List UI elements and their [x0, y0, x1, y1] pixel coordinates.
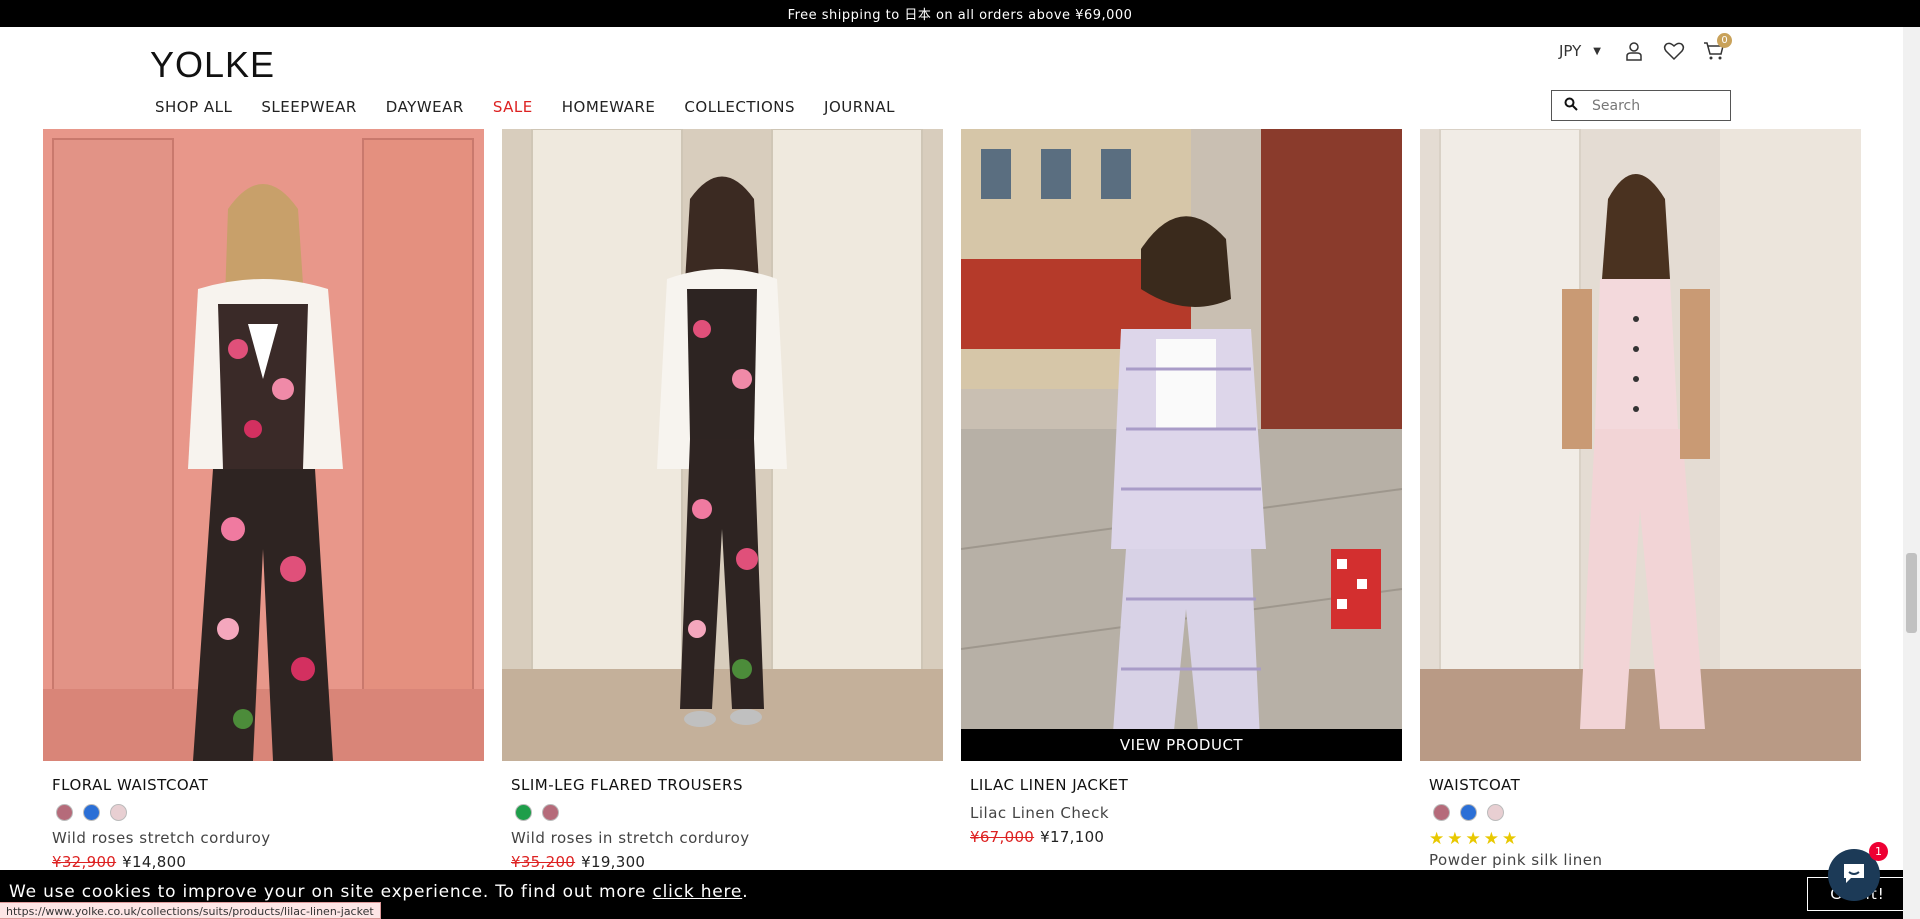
nav-item-shop-all[interactable]: SHOP ALL [155, 98, 232, 116]
product-title[interactable]: SLIM-LEG FLARED TROUSERS [511, 776, 943, 794]
product-card[interactable]: FLORAL WAISTCOAT Wild roses stretch cord… [43, 129, 484, 871]
currency-selector[interactable]: JPY ▼ [1559, 42, 1601, 60]
product-image[interactable] [43, 129, 484, 761]
cookie-link[interactable]: click here [653, 882, 743, 902]
scrollbar-thumb[interactable] [1906, 553, 1917, 633]
sale-price: ¥17,100 [1040, 828, 1105, 846]
view-product-button[interactable]: VIEW PRODUCT [961, 729, 1402, 761]
product-image[interactable] [502, 129, 943, 761]
chat-badge: 1 [1869, 842, 1888, 861]
nav-item-daywear[interactable]: DAYWEAR [386, 98, 464, 116]
rating-stars: ★★★★★ [1429, 829, 1521, 849]
product-card[interactable]: SLIM-LEG FLARED TROUSERS Wild roses in s… [502, 129, 943, 871]
was-price: ¥67,000 [970, 828, 1035, 846]
swatch-floral[interactable] [56, 804, 73, 821]
product-price: ¥35,200 ¥19,300 [511, 853, 943, 871]
status-bar-url: https://www.yolke.co.uk/collections/suit… [0, 902, 381, 919]
chevron-down-icon: ▼ [1593, 45, 1601, 57]
swatch-green[interactable] [515, 804, 532, 821]
product-grid: FLORAL WAISTCOAT Wild roses stretch cord… [43, 129, 1861, 909]
sale-price: ¥14,800 [122, 853, 187, 871]
search-input[interactable]: Search [1592, 98, 1640, 114]
swatch-floral[interactable] [542, 804, 559, 821]
currency-label: JPY [1558, 42, 1582, 60]
cookie-text: We use cookies to improve your on site e… [9, 882, 653, 902]
swatch-floral[interactable] [1433, 804, 1450, 821]
scrollbar[interactable] [1903, 27, 1920, 919]
cookie-suffix: . [742, 882, 749, 902]
nav-item-journal[interactable]: JOURNAL [824, 98, 895, 116]
header-utilities: JPY ▼ 0 [1559, 33, 1732, 62]
cart-count-badge: 0 [1717, 33, 1732, 48]
logo[interactable]: YOLKE [150, 44, 275, 86]
account-icon[interactable] [1623, 40, 1645, 62]
was-price: ¥32,900 [52, 853, 117, 871]
chat-bubble-icon [1841, 861, 1867, 889]
swatch-blue[interactable] [83, 804, 100, 821]
sale-price: ¥19,300 [581, 853, 646, 871]
product-description: Lilac Linen Check [970, 804, 1110, 822]
product-card[interactable]: VIEW PRODUCT LILAC LINEN JACKET Lilac Li… [961, 129, 1402, 846]
product-price: ¥32,900 ¥14,800 [52, 853, 484, 871]
nav-item-collections[interactable]: COLLECTIONS [684, 98, 795, 116]
nav-item-sale[interactable]: SALE [493, 98, 533, 116]
swatch-blue[interactable] [1460, 804, 1477, 821]
product-card[interactable]: WAISTCOAT ★★★★★ Powder pink silk linen [1420, 129, 1861, 869]
product-image[interactable] [1420, 129, 1861, 761]
swatch-pink[interactable] [1487, 804, 1504, 821]
product-description: Wild roses in stretch corduroy [511, 829, 750, 847]
product-title[interactable]: FLORAL WAISTCOAT [52, 776, 484, 794]
product-title[interactable]: WAISTCOAT [1429, 776, 1861, 794]
product-price: ¥67,000 ¥17,100 [970, 828, 1402, 846]
search-icon [1564, 97, 1578, 115]
was-price: ¥35,200 [511, 853, 576, 871]
color-swatches [515, 804, 943, 821]
product-description: Powder pink silk linen [1429, 851, 1603, 869]
main-nav: SHOP ALL SLEEPWEAR DAYWEAR SALE HOMEWARE… [155, 98, 895, 116]
color-swatches [1433, 804, 1861, 821]
promo-banner: Free shipping to 日本 on all orders above … [0, 0, 1920, 27]
nav-item-sleepwear[interactable]: SLEEPWEAR [261, 98, 356, 116]
product-title[interactable]: LILAC LINEN JACKET [970, 776, 1402, 794]
cart-icon[interactable]: 0 [1703, 33, 1732, 62]
search-box[interactable]: Search [1551, 90, 1731, 121]
swatch-pink[interactable] [110, 804, 127, 821]
product-image[interactable]: VIEW PRODUCT [961, 129, 1402, 761]
product-description: Wild roses stretch corduroy [52, 829, 271, 847]
nav-item-homeware[interactable]: HOMEWARE [562, 98, 656, 116]
wishlist-heart-icon[interactable] [1663, 40, 1685, 62]
color-swatches [56, 804, 484, 821]
